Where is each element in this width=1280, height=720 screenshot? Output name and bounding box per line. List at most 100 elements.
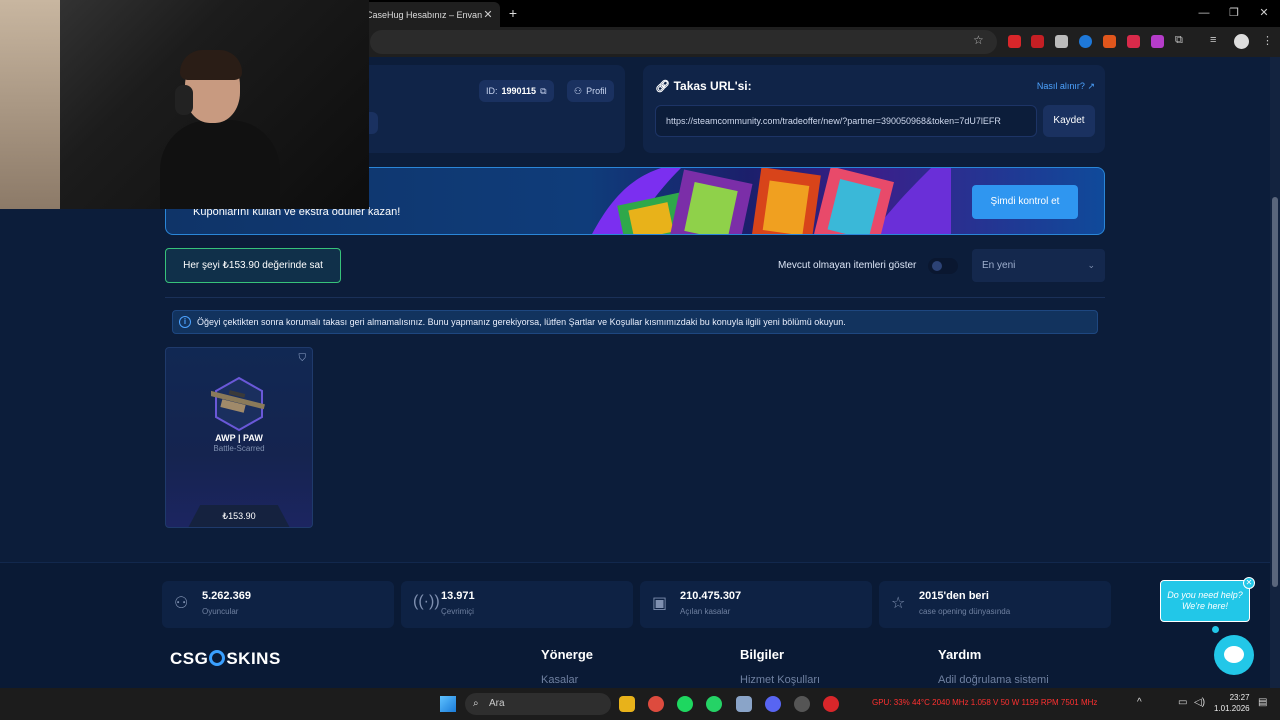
sort-select[interactable]: En yeni ⌄ bbox=[972, 249, 1105, 282]
extension-icon[interactable] bbox=[1008, 35, 1021, 48]
scrollbar-thumb[interactable] bbox=[1272, 197, 1278, 587]
id-value: 1990115 bbox=[501, 86, 537, 96]
spotify-icon[interactable] bbox=[677, 696, 693, 712]
info-icon: i bbox=[179, 316, 191, 328]
os-taskbar: ⌕ Ara GPU: 33% 44°C 2040 MHz 1.058 V 50 … bbox=[0, 688, 1280, 720]
divider bbox=[165, 297, 1105, 298]
minimize-button[interactable]: — bbox=[1188, 0, 1220, 27]
stat-value: 5.262.369 bbox=[202, 590, 251, 602]
puzzle-icon[interactable]: ⧉ bbox=[1175, 34, 1183, 47]
user-icon: ⚇ bbox=[574, 85, 583, 96]
info-notice: i Öğeyi çektikten sonra korumalı takası … bbox=[172, 310, 1098, 334]
copy-icon[interactable]: ⧉ bbox=[540, 86, 546, 97]
help-line-2: We're here! bbox=[1181, 601, 1229, 611]
app-icon[interactable] bbox=[736, 696, 752, 712]
save-button[interactable]: Kaydet bbox=[1043, 105, 1095, 137]
coupon-art-image bbox=[592, 168, 951, 234]
trade-url-input[interactable]: https://steamcommunity.com/tradeoffer/ne… bbox=[655, 105, 1037, 137]
footer-link-fairness[interactable]: Adil doğrulama sistemi bbox=[938, 674, 1049, 686]
footer-link-cases[interactable]: Kasalar bbox=[541, 674, 578, 686]
case-icon: ▣ bbox=[652, 595, 668, 612]
whatsapp-icon[interactable] bbox=[706, 696, 722, 712]
gpu-stats-text: GPU: 33% 44°C 2040 MHz 1.058 V 50 W 1199… bbox=[872, 698, 1098, 707]
show-unavailable-label: Mevcut olmayan itemleri göster bbox=[778, 260, 917, 271]
close-window-button[interactable]: ✕ bbox=[1248, 0, 1280, 27]
restore-button[interactable]: ❐ bbox=[1218, 0, 1250, 27]
webcam-background bbox=[0, 0, 60, 209]
taskbar-search-placeholder: Ara bbox=[489, 698, 505, 709]
footer-link-terms[interactable]: Hizmet Koşulları bbox=[740, 674, 820, 686]
new-tab-button[interactable]: + bbox=[505, 5, 521, 21]
id-label: ID: bbox=[486, 86, 498, 96]
sell-all-button[interactable]: Her şeyi ₺153.90 değerinde sat bbox=[165, 248, 341, 283]
show-unavailable-toggle[interactable] bbox=[928, 258, 958, 274]
trade-url-title-text: Takas URL'si: bbox=[673, 79, 752, 93]
stat-value: 210.475.307 bbox=[680, 590, 742, 602]
notification-icon[interactable]: ▤ bbox=[1258, 697, 1267, 708]
signal-icon: ((·)) bbox=[413, 593, 440, 610]
app-icon[interactable] bbox=[794, 696, 810, 712]
external-link-icon: ↗ bbox=[1087, 81, 1095, 91]
extension-icon[interactable] bbox=[1127, 35, 1140, 48]
tab-title: CaseHug Hesabınız – Envanter bbox=[366, 9, 482, 20]
trade-url-title: 🔗︎ Takas URL'si: bbox=[655, 79, 752, 93]
stat-value: 13.971 bbox=[441, 590, 475, 602]
webcam-headphones bbox=[175, 85, 193, 115]
item-wear: Battle-Scarred bbox=[213, 444, 265, 453]
windows-start-icon[interactable] bbox=[440, 696, 456, 712]
tab-close-icon[interactable]: ✕ bbox=[482, 8, 494, 21]
help-indicator bbox=[1212, 626, 1219, 633]
extension-icon[interactable] bbox=[1079, 35, 1092, 48]
check-now-button[interactable]: Şimdi kontrol et bbox=[972, 185, 1078, 219]
network-icon[interactable]: ▭ bbox=[1178, 697, 1187, 708]
how-to-get-text: Nasıl alınır? bbox=[1036, 81, 1085, 91]
address-bar[interactable] bbox=[370, 30, 997, 54]
profile-label: Profil bbox=[586, 86, 607, 96]
shield-icon[interactable]: ⛉ bbox=[299, 353, 307, 364]
logo-left: CSG bbox=[170, 649, 209, 668]
user-id-chip[interactable]: ID: 1990115 ⧉ bbox=[479, 80, 554, 102]
clock-date: 1.01.2026 bbox=[1214, 704, 1250, 713]
page-scrollbar[interactable] bbox=[1270, 57, 1280, 688]
site-logo[interactable]: CSG SKINS bbox=[170, 649, 281, 669]
opera-icon[interactable] bbox=[823, 696, 839, 712]
chevron-up-icon[interactable]: ^ bbox=[1137, 697, 1142, 708]
extension-icon[interactable] bbox=[1031, 35, 1044, 48]
close-icon[interactable]: ✕ bbox=[1243, 577, 1255, 589]
stat-online: ((·)) 13.971 Çevrimiçi bbox=[401, 581, 633, 628]
extension-icon[interactable] bbox=[1151, 35, 1164, 48]
logo-right: SKINS bbox=[226, 649, 281, 668]
browser-tab[interactable]: CaseHug Hesabınız – Envanter ✕ bbox=[360, 2, 500, 27]
stat-cases-opened: ▣ 210.475.307 Açılan kasalar bbox=[640, 581, 872, 628]
logo-crosshair-icon bbox=[209, 650, 226, 666]
inventory-item-card[interactable]: ⛉ AWP | PAW Battle-Scarred ₺153.90 bbox=[165, 347, 313, 528]
extension-icon[interactable] bbox=[1103, 35, 1116, 48]
file-explorer-icon[interactable] bbox=[619, 696, 635, 712]
chrome-icon[interactable] bbox=[648, 696, 664, 712]
chat-button[interactable] bbox=[1214, 635, 1254, 675]
stat-label: Çevrimiçi bbox=[441, 607, 474, 616]
taskbar-clock[interactable]: 23:27 1.01.2026 bbox=[1214, 692, 1250, 714]
bookmark-star-icon[interactable]: ☆ bbox=[973, 33, 984, 47]
stat-label: case opening dünyasında bbox=[919, 607, 1011, 616]
how-to-get-link[interactable]: Nasıl alınır? ↗ bbox=[1037, 81, 1095, 92]
profile-avatar[interactable] bbox=[1234, 34, 1249, 49]
extension-icon[interactable] bbox=[1055, 35, 1068, 48]
trade-url-card: 🔗︎ Takas URL'si: Nasıl alınır? ↗ https:/… bbox=[643, 65, 1105, 153]
profile-button[interactable]: ⚇ Profil bbox=[567, 80, 614, 102]
stat-label: Açılan kasalar bbox=[680, 607, 731, 616]
item-price: ₺153.90 bbox=[188, 505, 290, 527]
footer-title-help: Yardım bbox=[938, 647, 982, 662]
help-bubble[interactable]: Do you need help? We're here! bbox=[1160, 580, 1250, 622]
reading-list-icon[interactable]: ≡ bbox=[1210, 34, 1216, 46]
webcam-person-hair bbox=[180, 50, 242, 80]
discord-icon[interactable] bbox=[765, 696, 781, 712]
chat-bubble-icon bbox=[1224, 646, 1244, 663]
star-icon: ☆ bbox=[891, 595, 906, 612]
chevron-down-icon: ⌄ bbox=[1087, 260, 1095, 270]
stat-label: Oyuncular bbox=[202, 607, 239, 616]
menu-icon[interactable]: ⋮ bbox=[1262, 34, 1273, 47]
footer-title-info: Bilgiler bbox=[740, 647, 785, 662]
volume-icon[interactable]: ◁) bbox=[1194, 697, 1205, 708]
taskbar-search[interactable]: ⌕ Ara bbox=[465, 693, 611, 715]
